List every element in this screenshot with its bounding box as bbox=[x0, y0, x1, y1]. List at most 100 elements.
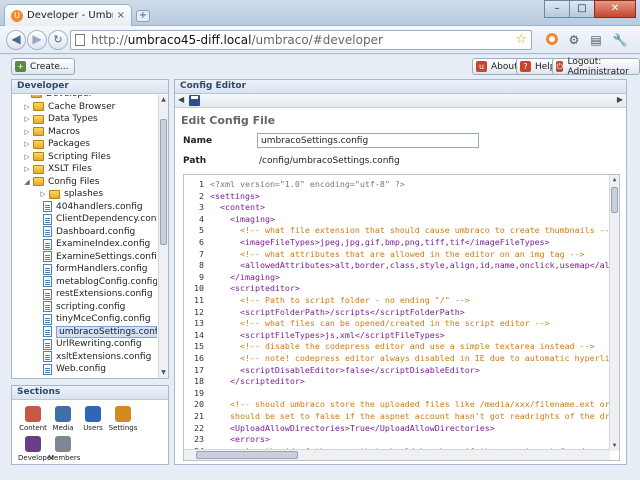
star-icon[interactable]: ☆ bbox=[515, 32, 527, 47]
scroll-down-icon[interactable]: ▼ bbox=[159, 368, 168, 378]
code-line[interactable]: 14 <scriptFileTypes>js,xml</scriptFileTy… bbox=[184, 329, 445, 341]
code-line[interactable]: 1 <?xml version="1.0" encoding="utf-8" ?> bbox=[184, 178, 405, 190]
expand-arrow-icon[interactable]: ▷ bbox=[23, 128, 31, 136]
code-line[interactable]: 21 should be set to false if the aspnet … bbox=[184, 410, 610, 422]
tree-item-label: Macros bbox=[48, 126, 80, 137]
create-button[interactable]: + Create... bbox=[11, 58, 75, 75]
extension-icon[interactable] bbox=[544, 32, 560, 48]
tree-item[interactable]: ▷ Cache Browser bbox=[23, 100, 115, 113]
tree-item[interactable]: Web.config bbox=[43, 363, 106, 376]
editor-header: Config Editor bbox=[175, 80, 626, 94]
config-file-icon bbox=[43, 226, 52, 237]
forward-icon[interactable]: ▶ bbox=[27, 30, 47, 50]
tree-item[interactable]: restExtensions.config bbox=[43, 288, 153, 301]
tree-item[interactable]: scripting.config bbox=[43, 300, 125, 313]
tree-item[interactable]: ▷ Packages bbox=[23, 138, 90, 151]
line-number: 22 bbox=[194, 422, 204, 433]
tree-item[interactable]: ◢ Config Files bbox=[23, 175, 99, 188]
back-icon[interactable]: ◀ bbox=[6, 30, 26, 50]
section-media[interactable]: Media bbox=[48, 406, 78, 432]
close-window-button[interactable]: ✕ bbox=[594, 0, 636, 18]
expand-arrow-icon[interactable]: ▷ bbox=[39, 190, 47, 198]
tree-item[interactable]: tinyMceConfig.config bbox=[43, 313, 151, 326]
expand-arrow-icon[interactable]: ▷ bbox=[23, 153, 31, 161]
new-tab-button[interactable]: + bbox=[136, 10, 150, 22]
tree-item[interactable]: ▷ XSLT Files bbox=[23, 163, 91, 176]
collapse-arrow-icon[interactable]: ◢ bbox=[23, 178, 31, 186]
tree-item[interactable]: formHandlers.config bbox=[43, 263, 148, 276]
code-line[interactable]: 2 <settings> bbox=[184, 190, 260, 202]
page-menu-icon[interactable]: ▤ bbox=[588, 32, 604, 48]
tree-scrollbar[interactable]: ▲ ▼ bbox=[158, 95, 168, 378]
code-line[interactable]: 15 <!-- disable the codepress editor and… bbox=[184, 340, 595, 352]
code-line[interactable]: 13 <!-- what files can be opened/created… bbox=[184, 317, 550, 329]
minimize-button[interactable]: – bbox=[544, 0, 570, 18]
code-hscroll-thumb[interactable] bbox=[196, 451, 298, 459]
code-line[interactable]: 18 </scripteditor> bbox=[184, 375, 305, 387]
code-line[interactable]: 5 <!-- what file extension that should c… bbox=[184, 224, 610, 236]
tree-item[interactable]: ▷ Scripting Files bbox=[23, 150, 110, 163]
save-icon[interactable] bbox=[189, 95, 200, 106]
scroll-up-icon[interactable]: ▲ bbox=[159, 95, 168, 105]
address-bar[interactable]: http://umbraco45-diff.local/umbraco/#dev… bbox=[70, 30, 532, 50]
line-number: 17 bbox=[194, 364, 204, 375]
tree-item[interactable]: ExamineIndex.config bbox=[43, 238, 150, 251]
toolbar-scroll-right-icon[interactable]: ▶ bbox=[617, 95, 623, 104]
tree-item[interactable]: xsltExtensions.config bbox=[43, 350, 151, 363]
code-line[interactable]: 8 <allowedAttributes>alt,border,class,st… bbox=[184, 259, 610, 271]
browser-tab[interactable]: U Developer - Umbraco C... × bbox=[4, 4, 132, 26]
tree-item[interactable]: ▷ Data Types bbox=[23, 113, 97, 126]
tab-title: Developer - Umbraco C... bbox=[27, 10, 113, 21]
tree-item[interactable]: ClientDependency.config bbox=[43, 213, 157, 226]
settings-extension-icon[interactable]: ⚙ bbox=[566, 32, 582, 48]
expand-arrow-icon[interactable]: ▷ bbox=[23, 165, 31, 173]
tree-item[interactable]: umbracoSettings.config bbox=[43, 325, 157, 338]
code-line[interactable]: 10 <scripteditor> bbox=[184, 282, 300, 294]
toolbar-scroll-left-icon[interactable]: ◀ bbox=[178, 95, 184, 104]
code-line[interactable]: 4 <imaging> bbox=[184, 213, 275, 225]
config-file-icon bbox=[43, 201, 52, 212]
code-line[interactable]: 23 <errors> bbox=[184, 433, 270, 445]
section-content[interactable]: Content bbox=[18, 406, 48, 432]
tree-scroll-thumb[interactable] bbox=[160, 119, 167, 245]
code-line[interactable]: 6 <imageFileTypes>jpeg,jpg,gif,bmp,png,t… bbox=[184, 236, 550, 248]
code-line[interactable]: 20 <!-- should umbraco store the uploade… bbox=[184, 398, 610, 410]
help-icon: ? bbox=[520, 61, 531, 72]
code-hscrollbar[interactable] bbox=[184, 449, 610, 460]
section-settings[interactable]: Settings bbox=[108, 406, 138, 432]
wrench-icon[interactable]: 🔧 bbox=[612, 32, 628, 48]
tree-item[interactable]: Dashboard.config bbox=[43, 225, 135, 238]
tree-item[interactable]: ExamineSettings.config bbox=[43, 250, 157, 263]
code-vscrollbar[interactable]: ▲ ▼ bbox=[609, 175, 619, 451]
section-members[interactable]: Members bbox=[48, 436, 80, 462]
code-line[interactable]: 16 <!-- note! codepress editor always di… bbox=[184, 352, 610, 364]
code-line[interactable]: 22 <UploadAllowDirectories>True</UploadA… bbox=[184, 422, 495, 434]
tree-item[interactable]: ▷ Macros bbox=[23, 125, 80, 138]
tab-close-icon[interactable]: × bbox=[117, 10, 125, 21]
reload-icon[interactable]: ↻ bbox=[48, 30, 68, 50]
tree-item[interactable]: UrlRewriting.config bbox=[43, 338, 142, 351]
expand-arrow-icon[interactable]: ▷ bbox=[23, 115, 31, 123]
section-developer[interactable]: Developer bbox=[18, 436, 54, 462]
code-line[interactable]: 3 <content> bbox=[184, 201, 265, 213]
name-input[interactable]: umbracoSettings.config bbox=[257, 133, 479, 148]
tree-item[interactable]: 404handlers.config bbox=[43, 200, 143, 213]
code-line[interactable]: 17 <scriptDisableEditor>false</scriptDis… bbox=[184, 364, 480, 376]
line-number: 14 bbox=[194, 329, 204, 340]
code-line[interactable]: 9 </imaging> bbox=[184, 271, 280, 283]
maximize-button[interactable]: □ bbox=[569, 0, 595, 18]
expand-arrow-icon[interactable]: ▷ bbox=[23, 103, 31, 111]
code-scroll-up-icon[interactable]: ▲ bbox=[610, 175, 619, 185]
logout-button[interactable]: ⏻ Logout: Administrator bbox=[552, 57, 640, 77]
code-editor[interactable]: 25 <!-- <errorPage culture="default">1</… bbox=[183, 174, 620, 461]
code-scroll-down-icon[interactable]: ▼ bbox=[610, 441, 619, 451]
code-line[interactable]: 11 <!-- Path to script folder - no endin… bbox=[184, 294, 470, 306]
code-vscroll-thumb[interactable] bbox=[611, 187, 618, 213]
code-line[interactable]: 12 <scriptFolderPath>/scripts</scriptFol… bbox=[184, 306, 465, 318]
code-line[interactable]: 19 bbox=[184, 387, 210, 399]
section-users[interactable]: Users bbox=[78, 406, 108, 432]
code-line[interactable]: 7 <!-- what attributes that are allowed … bbox=[184, 248, 585, 260]
tree-item[interactable]: ▷ splashes bbox=[39, 188, 103, 201]
expand-arrow-icon[interactable]: ▷ bbox=[23, 140, 31, 148]
tree-item[interactable]: metablogConfig.config bbox=[43, 275, 157, 288]
